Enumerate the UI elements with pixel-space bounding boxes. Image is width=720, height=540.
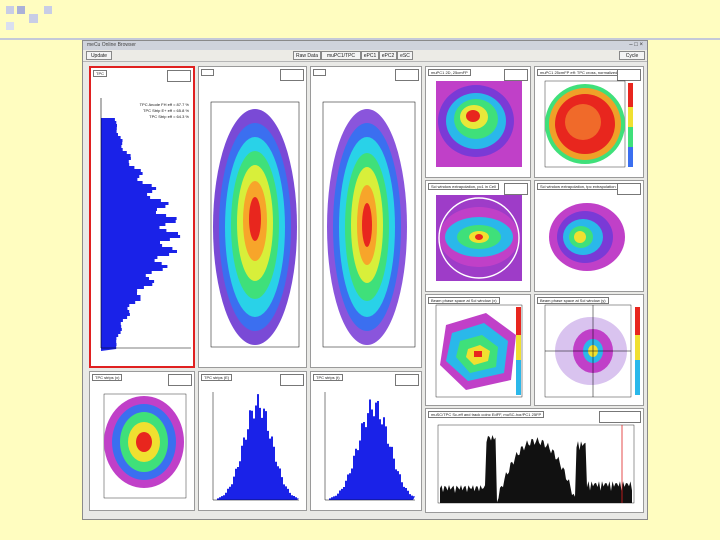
panel-2d-heatmap-a[interactable] bbox=[198, 66, 307, 368]
panel-musc-tpc-coincidence[interactable]: muSC/TPC Sc-eff and track coinc EdFF, mu… bbox=[425, 408, 644, 513]
raw-data-button[interactable]: Raw Data bbox=[293, 51, 321, 60]
mupc1-heatmap bbox=[436, 81, 522, 167]
heatmap-a bbox=[210, 101, 300, 348]
panel-phase-space-y[interactable]: Beam phase space at Sci window (y) bbox=[534, 294, 644, 406]
extrap-tpc-map bbox=[545, 195, 631, 281]
tpc-energy-histogram bbox=[212, 392, 299, 501]
update-button[interactable]: Update bbox=[86, 51, 112, 60]
coincidence-histogram bbox=[437, 424, 635, 504]
panel-mupc1-efficiency[interactable]: muPC1 25cmFP eff: TPC cross, normalized bbox=[534, 66, 644, 178]
panel-tpc-strips-time[interactable]: TPC strips (t) bbox=[310, 371, 422, 511]
panel-sci-extrap-tpc[interactable]: Sci window extrapolation, tpc extrapolat… bbox=[534, 180, 644, 292]
tpc-strips-heatmap bbox=[103, 393, 187, 499]
window-titlebar: meCu Online Browser – □ × bbox=[83, 41, 647, 50]
mupc1-efficiency-map bbox=[544, 80, 633, 168]
panel-tpc-strips-energy[interactable]: TPC strips (E) bbox=[198, 371, 307, 511]
browser-window: meCu Online Browser – □ × Update Raw Dat… bbox=[82, 40, 648, 520]
heatmap-b bbox=[322, 101, 416, 348]
panel-tpc-strips-2d[interactable]: TPC strips (x) bbox=[89, 371, 195, 511]
vertical-histogram bbox=[100, 98, 191, 351]
panel-mupc1-map[interactable]: muPC1 2D, 25cmFP bbox=[425, 66, 531, 178]
window-title: meCu Online Browser bbox=[87, 42, 136, 48]
slide-decor-square bbox=[44, 6, 52, 14]
slide-decor-square bbox=[6, 6, 14, 14]
esc-button[interactable]: eSC bbox=[397, 51, 413, 60]
slide-decor-square bbox=[29, 14, 38, 23]
extrap-pc1-map bbox=[436, 195, 522, 281]
phase-space-y-map bbox=[544, 304, 640, 398]
epc1-button[interactable]: ePC1 bbox=[361, 51, 379, 60]
panel-tpc-efficiency[interactable]: TPC TPC Anode FH eff = 87.7 % TPC Strip … bbox=[89, 66, 195, 368]
slide-decor-square bbox=[17, 6, 25, 14]
panel-sci-extrap-pc1[interactable]: Sci window extrapolation, pc1 in Cell bbox=[425, 180, 531, 292]
phase-space-x-map bbox=[435, 304, 523, 398]
mupc1-tpc-button[interactable]: muPC1/TPC bbox=[321, 51, 361, 60]
epc2-button[interactable]: ePC2 bbox=[379, 51, 397, 60]
window-controls[interactable]: – □ × bbox=[629, 41, 643, 50]
slide-decor-square bbox=[6, 22, 14, 30]
tpc-time-histogram bbox=[324, 392, 415, 501]
panel-2d-heatmap-b[interactable] bbox=[310, 66, 422, 368]
panel-phase-space-x[interactable]: Beam phase space at Sci window (x) bbox=[425, 294, 531, 406]
cycle-button[interactable]: Cycle bbox=[619, 51, 645, 60]
menubar: Update Raw Data muPC1/TPC ePC1 ePC2 eSC … bbox=[83, 50, 647, 62]
